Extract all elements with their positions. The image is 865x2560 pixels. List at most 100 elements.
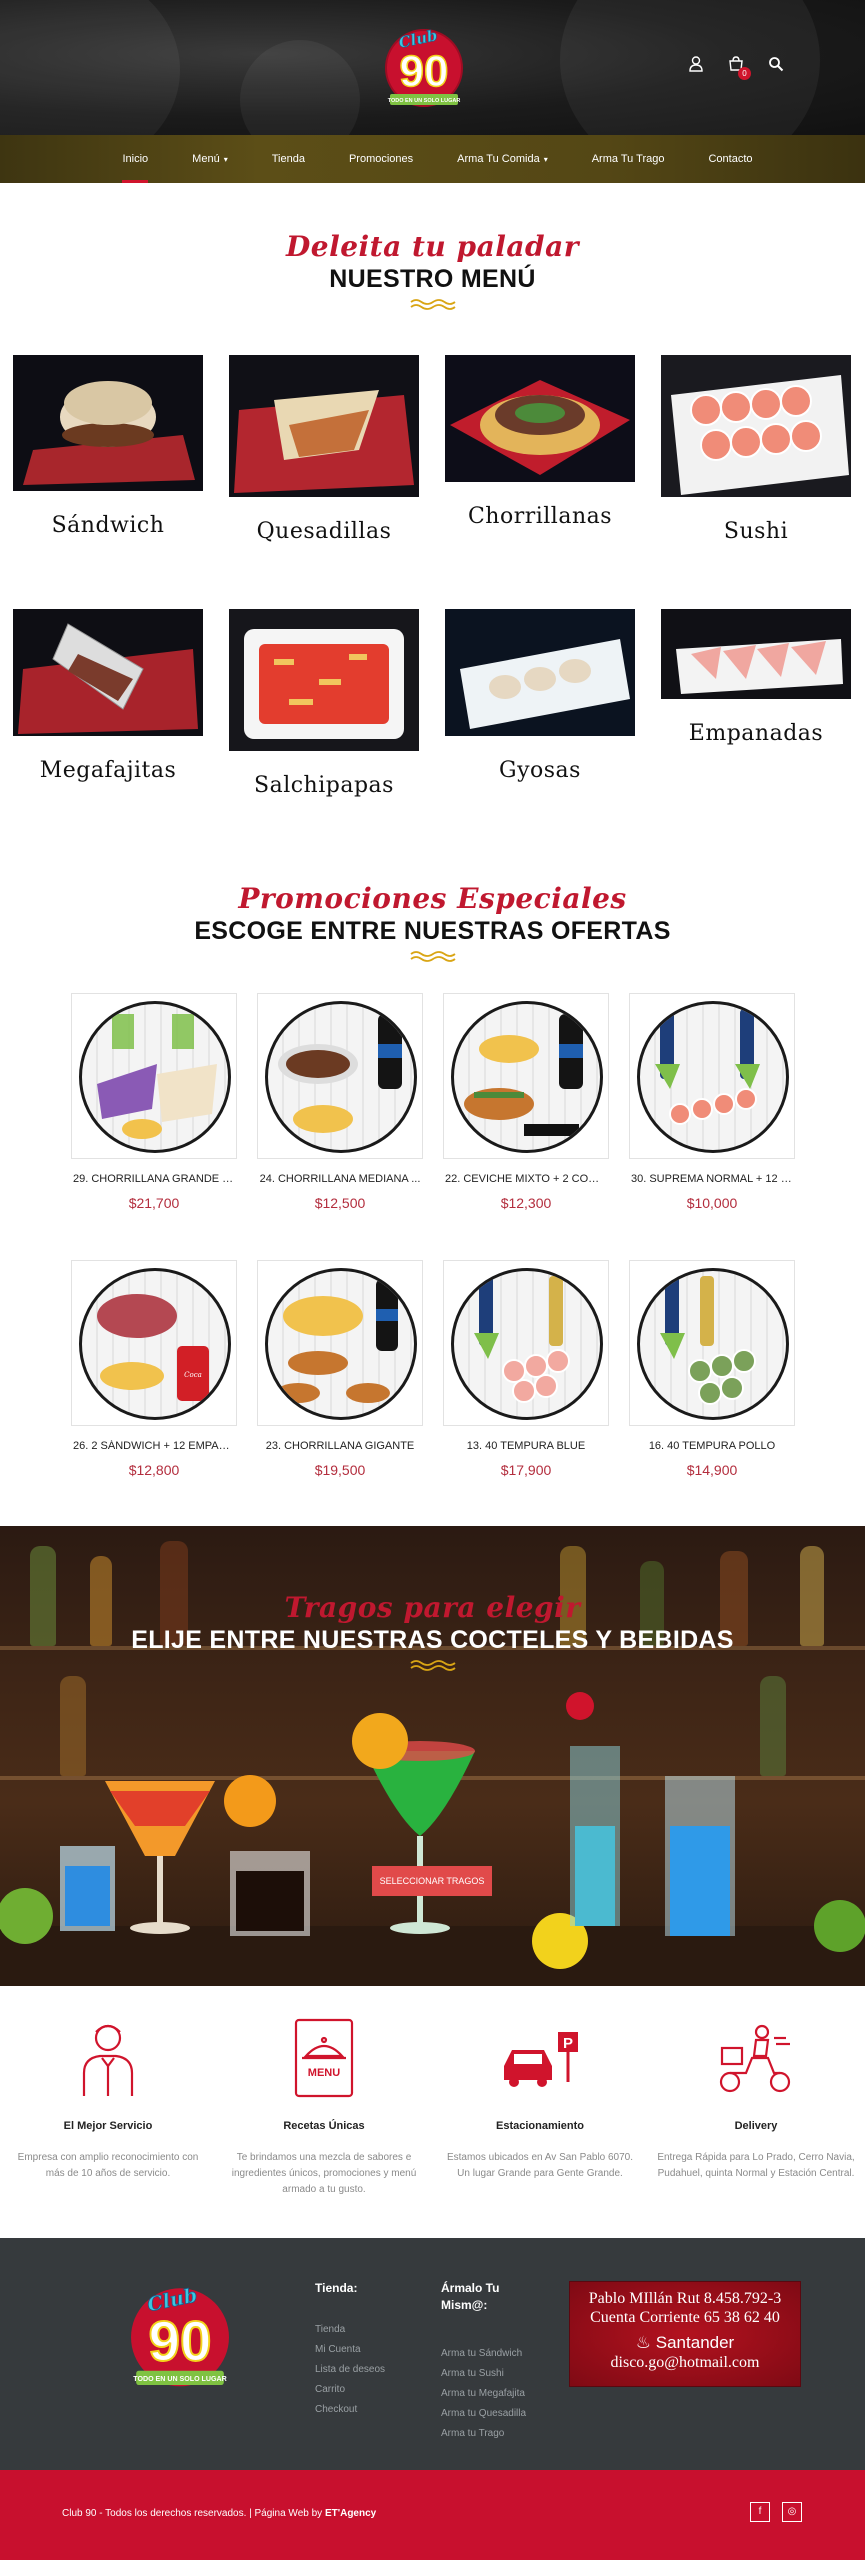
feature-title: El Mejor Servicio <box>63 2120 153 2132</box>
product-price: $21,700 <box>128 1195 180 1211</box>
product-card[interactable]: 16. 40 TEMPURA POLLO $14,900 <box>629 1260 795 1478</box>
footer-link[interactable]: Arma tu Megafajita <box>441 2388 525 2399</box>
agency-link[interactable]: ET'Agency <box>325 2508 376 2519</box>
feature-title: Estacionamiento <box>495 2120 585 2132</box>
product-name: 13. 40 TEMPURA BLUE <box>466 1440 586 1452</box>
menu-card-gyosas[interactable]: Gyosas <box>445 609 635 783</box>
svg-text:TODO EN UN SOLO LUGAR: TODO EN UN SOLO LUGAR <box>388 98 461 104</box>
nav-label: Tienda <box>271 153 305 165</box>
product-price: $12,800 <box>128 1462 180 1478</box>
product-name: 29. CHORRILLANA GRANDE + ... <box>73 1173 237 1185</box>
feature-desc: Empresa con amplio reconocimiento con má… <box>17 2152 199 2179</box>
site-footer: 90 Club TODO EN UN SOLO LUGAR Tienda: Ti… <box>0 2238 865 2470</box>
footer-link[interactable]: Arma tu Quesadilla <box>441 2408 526 2419</box>
menu-script-title: Deleita tu paladar <box>285 230 580 263</box>
svg-text:90: 90 <box>400 47 449 96</box>
santander-flame-icon: ♨ <box>635 2333 652 2352</box>
menu-card-empanadas[interactable]: Empanadas <box>661 609 851 746</box>
cart-button[interactable]: 0 <box>727 55 751 80</box>
club90-logo[interactable]: 90 Club TODO EN UN SOLO LUGAR <box>378 22 470 112</box>
product-card[interactable]: 24. CHORRILLANA MEDIANA ... $12,500 <box>257 993 423 1211</box>
nav-label: Promociones <box>348 153 414 165</box>
product-card[interactable]: 13. 40 TEMPURA BLUE $17,900 <box>443 1260 609 1478</box>
feature-desc: Entrega Rápida para Lo Prado, Cerro Navi… <box>657 2152 855 2179</box>
main-nav: Inicio Menú ▾ Tienda Promociones Arma Tu … <box>0 135 865 183</box>
product-card[interactable]: Coca 26. 2 SÁNDWICH + 12 EMPAN... $12,80… <box>71 1260 237 1478</box>
svg-text:90: 90 <box>148 2310 211 2373</box>
copyright-text: Club 90 - Todos los derechos reservados.… <box>62 2508 376 2519</box>
svg-text:Coca: Coca <box>184 1371 202 1379</box>
nav-label: Inicio <box>122 153 149 165</box>
product-card[interactable]: 22. CEVICHE MIXTO + 2 CORO... $12,300 <box>443 993 609 1211</box>
footer-link[interactable]: Carrito <box>315 2384 345 2395</box>
product-card[interactable]: 29. CHORRILLANA GRANDE + ... $21,700 <box>71 993 237 1211</box>
nav-arma-tu-comida[interactable]: Arma Tu Comida ▾ <box>435 135 570 183</box>
nav-inicio[interactable]: Inicio <box>100 135 170 183</box>
menu-card-quesadillas[interactable]: Quesadillas <box>229 355 419 544</box>
footer-link[interactable]: Lista de deseos <box>315 2364 385 2375</box>
product-image <box>443 1260 609 1426</box>
copyright-bar: Club 90 - Todos los derechos reservados.… <box>0 2470 865 2560</box>
feature-recipes: MENU Recetas Únicas Te brindamos una mez… <box>224 2018 424 2198</box>
product-price: $12,500 <box>314 1195 366 1211</box>
promo-section-heading: Promociones Especiales ESCOGE ENTRE NUES… <box>0 882 865 962</box>
product-card[interactable]: 30. SUPREMA NORMAL + 12 E... $10,000 <box>629 993 795 1211</box>
footer-link[interactable]: Checkout <box>315 2404 357 2415</box>
bank-name: ♨ Santander <box>570 2333 800 2353</box>
nav-arma-tu-trago[interactable]: Arma Tu Trago <box>570 135 687 183</box>
menu-section-heading: Deleita tu paladar NUESTRO MENÚ <box>0 230 865 310</box>
product-card[interactable]: 23. CHORRILLANA GIGANTE $19,500 <box>257 1260 423 1478</box>
footer-link[interactable]: Mi Cuenta <box>315 2344 361 2355</box>
bank-account: Cuenta Corriente 65 38 62 40 <box>590 2309 780 2326</box>
menu-card-chorrillanas[interactable]: Chorrillanas <box>445 355 635 529</box>
menu-item-name: Sushi <box>723 519 789 544</box>
site-header: 90 Club TODO EN UN SOLO LUGAR 0 <box>0 0 865 135</box>
menu-card-salchipapas[interactable]: Salchipapas <box>229 609 419 798</box>
product-image <box>443 993 609 1159</box>
footer-link[interactable]: Arma tu Sushi <box>441 2368 504 2379</box>
footer-club90-logo[interactable]: 90 Club TODO EN UN SOLO LUGAR <box>120 2278 240 2394</box>
nav-promociones[interactable]: Promociones <box>327 135 435 183</box>
feature-delivery: Delivery Entrega Rápida para Lo Prado, C… <box>656 2018 856 2182</box>
bank-details-banner: Pablo MIllán Rut 8.458.792-3 Cuenta Corr… <box>569 2281 801 2387</box>
delivery-scooter-icon <box>719 2024 791 2093</box>
select-drinks-button[interactable]: SELECCIONAR TRAGOS <box>372 1866 492 1896</box>
svg-text:P: P <box>563 2035 573 2052</box>
product-image <box>629 993 795 1159</box>
drinks-script-title: Tragos para elegir <box>284 1591 581 1624</box>
menu-item-name: Gyosas <box>499 758 581 783</box>
nav-label: Arma Tu Trago <box>591 153 665 165</box>
svg-text:MENU: MENU <box>308 2067 340 2079</box>
drinks-section-heading: Tragos para elegir ELIJE ENTRE NUESTRAS … <box>0 1591 865 1671</box>
promo-title: ESCOGE ENTRE NUESTRAS OFERTAS <box>194 917 671 945</box>
user-icon[interactable] <box>687 55 705 73</box>
product-price: $14,900 <box>686 1462 738 1478</box>
product-name: 22. CEVICHE MIXTO + 2 CORO... <box>445 1173 609 1185</box>
product-price: $12,300 <box>500 1195 552 1211</box>
menu-book-icon: MENU <box>294 2018 354 2098</box>
facebook-icon[interactable]: f <box>750 2502 770 2522</box>
drinks-banner: Tragos para elegir ELIJE ENTRE NUESTRAS … <box>0 1526 865 1986</box>
instagram-icon[interactable]: ◎ <box>782 2502 802 2522</box>
footer-link[interactable]: Arma tu Sándwich <box>441 2348 522 2359</box>
waiter-icon <box>82 2024 134 2096</box>
nav-contacto[interactable]: Contacto <box>686 135 774 183</box>
chorrillanas-image <box>445 355 635 482</box>
menu-card-sandwich[interactable]: Sándwich <box>13 355 203 538</box>
menu-card-megafajitas[interactable]: Megafajitas <box>13 609 203 783</box>
cart-count-badge: 0 <box>738 67 751 80</box>
footer-armalo-title-line1: Ármalo Tu <box>441 2281 500 2295</box>
product-name: 23. CHORRILLANA GIGANTE <box>265 1440 415 1452</box>
search-icon[interactable] <box>767 55 785 73</box>
product-image <box>629 1260 795 1426</box>
product-name: 30. SUPREMA NORMAL + 12 E... <box>631 1173 795 1185</box>
svg-text:TODO EN UN SOLO LUGAR: TODO EN UN SOLO LUGAR <box>133 2375 226 2383</box>
product-image <box>257 1260 423 1426</box>
footer-link[interactable]: Tienda <box>315 2324 345 2335</box>
nav-menu[interactable]: Menú ▾ <box>170 135 250 183</box>
menu-card-sushi[interactable]: Sushi <box>661 355 851 544</box>
footer-link[interactable]: Arma tu Trago <box>441 2428 504 2439</box>
menu-item-name: Empanadas <box>688 721 824 746</box>
nav-tienda[interactable]: Tienda <box>250 135 327 183</box>
drinks-title: ELIJE ENTRE NUESTRAS COCTELES Y BEBIDAS <box>131 1626 734 1654</box>
